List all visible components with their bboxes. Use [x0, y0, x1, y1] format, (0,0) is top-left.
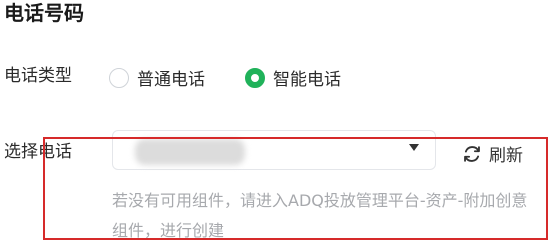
phone-type-label: 电话类型	[4, 66, 72, 86]
radio-smart-phone-label: 智能电话	[273, 70, 341, 90]
hint-text: 若没有可用组件，请进入ADQ投放管理平台-资产-附加创意组件，进行创建	[112, 191, 528, 240]
redacted-value	[135, 139, 245, 165]
section-title: 电话号码	[4, 1, 84, 25]
select-phone-label: 选择电话	[4, 142, 72, 162]
radio-smart-phone[interactable]: 智能电话	[245, 65, 341, 90]
refresh-icon	[464, 145, 480, 162]
phone-select[interactable]	[112, 130, 436, 170]
radio-checked-icon	[245, 67, 265, 88]
radio-unchecked-icon	[109, 67, 129, 88]
refresh-label: 刷新	[489, 146, 523, 166]
radio-ordinary-phone-label: 普通电话	[137, 70, 205, 90]
radio-ordinary-phone[interactable]: 普通电话	[109, 65, 205, 90]
refresh-button[interactable]: 刷新	[461, 141, 523, 166]
dropdown-arrow-icon	[409, 144, 419, 151]
